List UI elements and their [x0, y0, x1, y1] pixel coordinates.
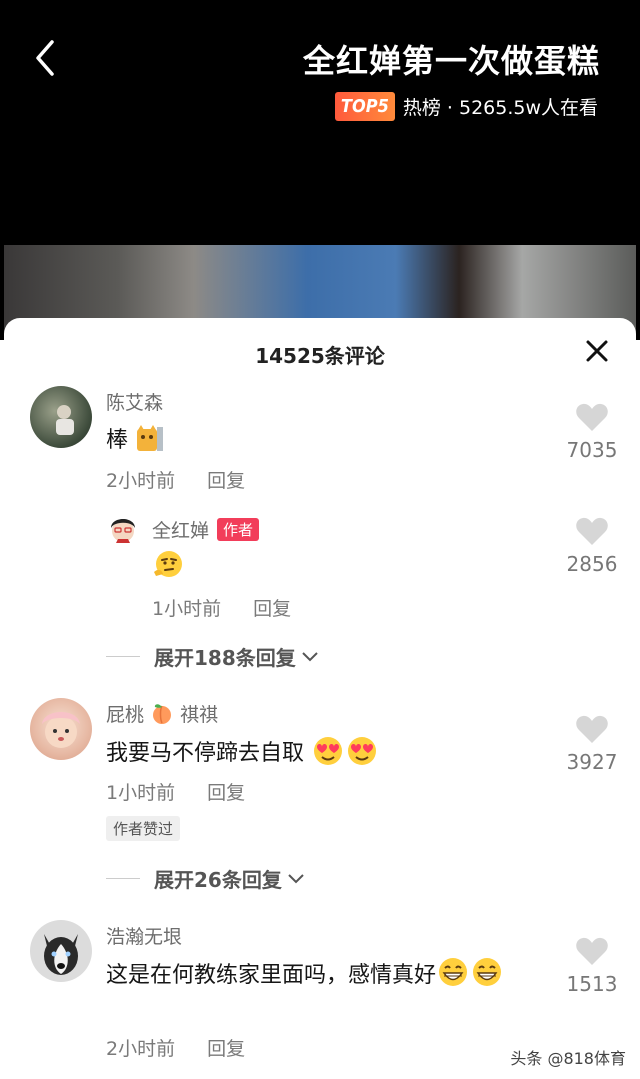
like-button[interactable]: 3927: [562, 714, 622, 774]
comment-text-content: 棒: [106, 428, 129, 453]
avatar[interactable]: [30, 386, 92, 448]
watermark: 头条 @818体育: [510, 1049, 626, 1068]
comment-author-suffix: 祺祺: [180, 704, 219, 726]
video-title: 全红婵第一次做蛋糕: [302, 42, 600, 80]
heart-icon: [576, 517, 608, 545]
thinking-emoji-icon: [152, 548, 182, 578]
heart-eyes-emoji-icon: [311, 734, 345, 766]
comment-text-content: 这是在何教练家里面吗，感情真好: [106, 963, 437, 988]
expand-replies-button[interactable]: 展开188条回复: [106, 642, 320, 671]
comment-time: 2小时前: [106, 470, 176, 492]
divider-line: [106, 878, 140, 879]
like-count: 3927: [566, 750, 618, 774]
reply-button[interactable]: 回复: [207, 1038, 245, 1060]
reply-author-name: 全红婵: [152, 520, 210, 542]
grinning-emoji-icon: [470, 956, 504, 988]
expand-replies-button[interactable]: 展开26条回复: [106, 864, 306, 893]
video-player[interactable]: 全红婵第一次做蛋糕 TOP5 热榜 · 5265.5w人在看: [0, 0, 640, 340]
hot-list-text: 热榜 · 5265.5w人在看: [402, 97, 598, 119]
expand-replies-label: 展开188条回复: [154, 646, 296, 670]
divider-line: [106, 656, 140, 657]
author-liked-tag: 作者赞过: [106, 816, 181, 841]
comment-text-content: 我要马不停蹄去自取: [106, 741, 305, 766]
comment-item: 陈艾森 棒 2小时前 回复 7035: [4, 384, 636, 494]
top-rank-badge: TOP5: [334, 92, 395, 121]
avatar[interactable]: [106, 512, 140, 546]
reply-button[interactable]: 回复: [207, 782, 245, 804]
peach-emoji-icon: [150, 701, 174, 725]
reply-item: 全红婵 作者 1小时前 回复 2856: [4, 510, 636, 620]
reply-time: 1小时前: [152, 598, 222, 620]
comment-text: 棒: [106, 422, 165, 454]
comment-author[interactable]: 陈艾森: [106, 388, 163, 415]
comment-time: 1小时前: [106, 782, 176, 804]
reply-author[interactable]: 全红婵 作者: [152, 516, 260, 543]
comments-count-title: 14525条评论: [255, 344, 385, 368]
chevron-down-icon: [302, 651, 318, 661]
back-arrow-icon[interactable]: [28, 36, 64, 80]
like-count: 1513: [566, 972, 618, 996]
reply-button[interactable]: 回复: [207, 470, 245, 492]
comment-author[interactable]: 屁桃 祺祺: [106, 700, 218, 727]
reply-meta: 1小时前 回复: [152, 594, 291, 621]
comment-text: 我要马不停蹄去自取: [106, 734, 379, 767]
heart-icon: [576, 403, 608, 431]
like-count: 7035: [566, 438, 618, 462]
avatar[interactable]: [30, 920, 92, 982]
cat-sticker-icon: [135, 423, 165, 453]
close-icon[interactable]: [584, 338, 610, 364]
chevron-down-icon: [288, 873, 304, 883]
author-tag: 作者: [217, 518, 260, 541]
hot-list-row[interactable]: TOP5 热榜 · 5265.5w人在看: [334, 92, 598, 121]
expand-replies-label: 展开26条回复: [154, 868, 282, 892]
reply-button[interactable]: 回复: [253, 598, 291, 620]
heart-eyes-emoji-icon: [345, 734, 379, 766]
comment-author[interactable]: 浩瀚无垠: [106, 922, 182, 949]
like-count: 2856: [566, 552, 618, 576]
comments-sheet: 14525条评论 陈艾森 棒 2小时前 回复 7035 全红婵 作者 1小时前 …: [4, 318, 636, 1079]
comment-time: 2小时前: [106, 1038, 176, 1060]
like-button[interactable]: 1513: [562, 936, 622, 996]
comment-item: 屁桃 祺祺 我要马不停蹄去自取 1小时前 回复 作者赞过 3927: [4, 696, 636, 841]
like-button[interactable]: 2856: [562, 516, 622, 576]
like-button[interactable]: 7035: [562, 402, 622, 462]
comment-meta: 1小时前 回复: [106, 778, 245, 805]
comment-author-name: 屁桃: [106, 704, 145, 726]
comment-text: 这是在何教练家里面吗，感情真好: [106, 956, 546, 994]
grinning-emoji-icon: [436, 956, 470, 988]
avatar[interactable]: [30, 698, 92, 760]
heart-icon: [576, 937, 608, 965]
comment-meta: 2小时前 回复: [106, 1034, 245, 1061]
comment-meta: 2小时前 回复: [106, 466, 245, 493]
reply-text: [152, 548, 182, 580]
heart-icon: [576, 715, 608, 743]
